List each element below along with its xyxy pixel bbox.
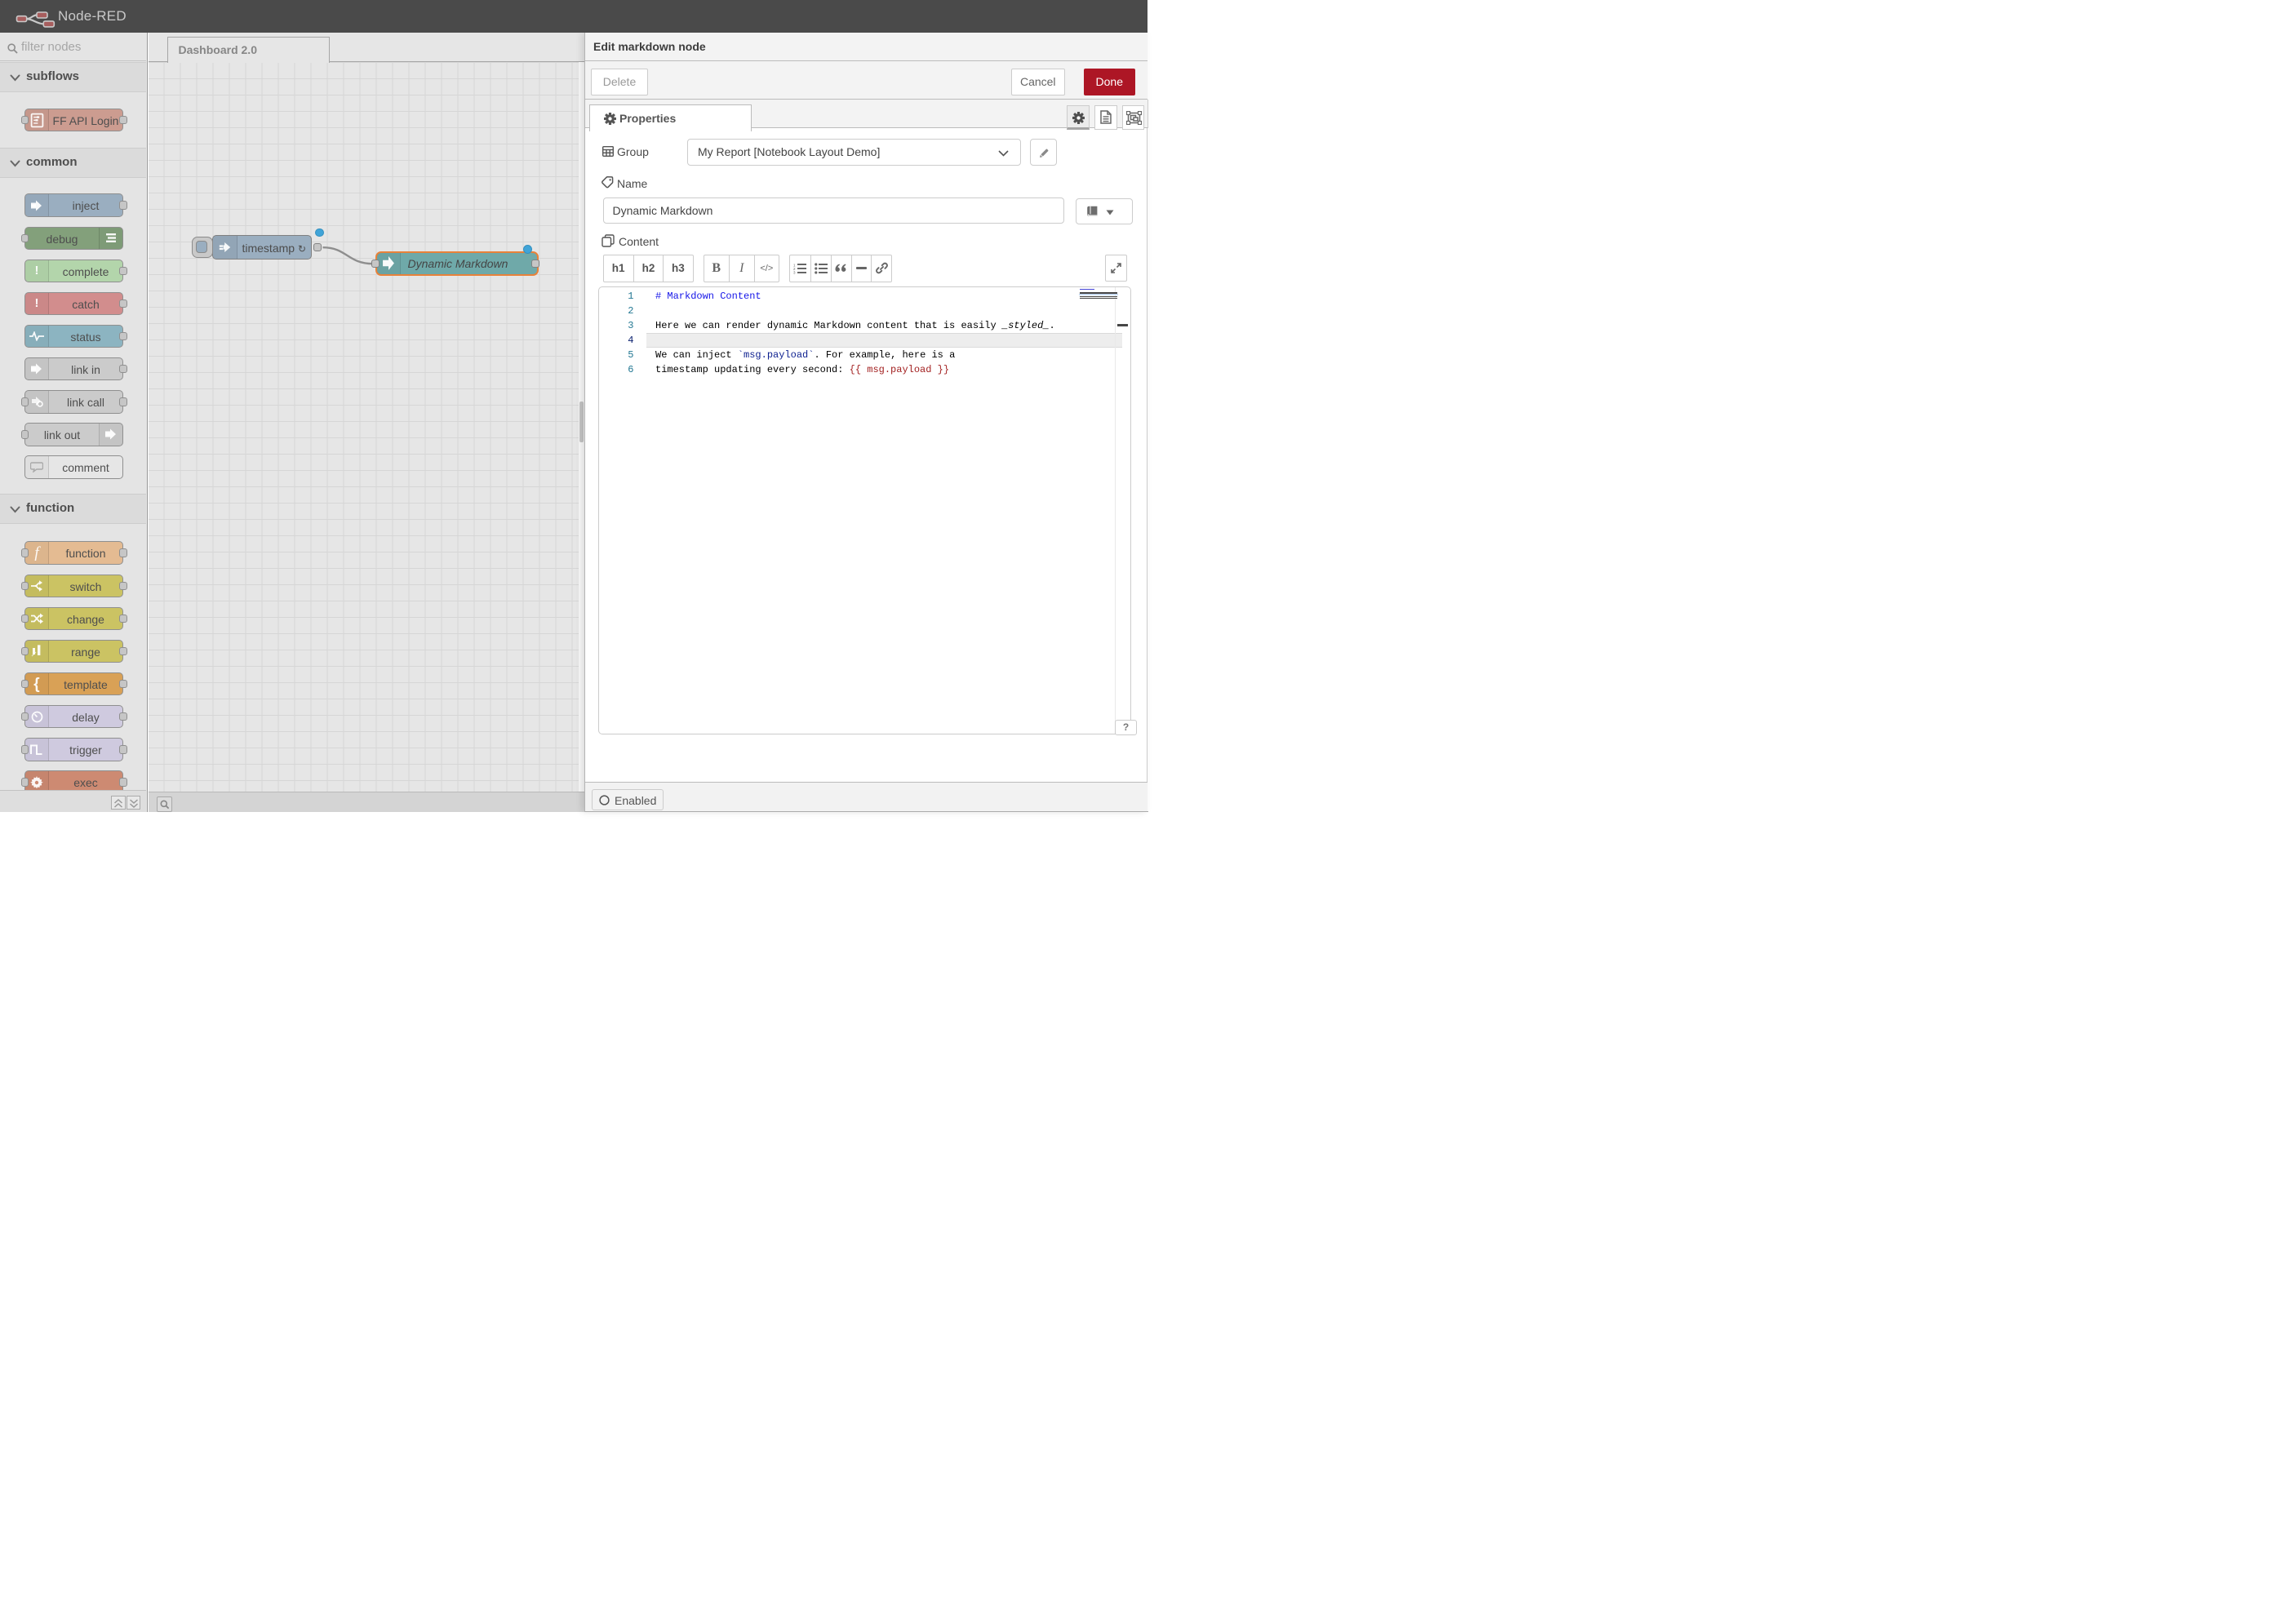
svg-text:3: 3 [793, 270, 796, 274]
